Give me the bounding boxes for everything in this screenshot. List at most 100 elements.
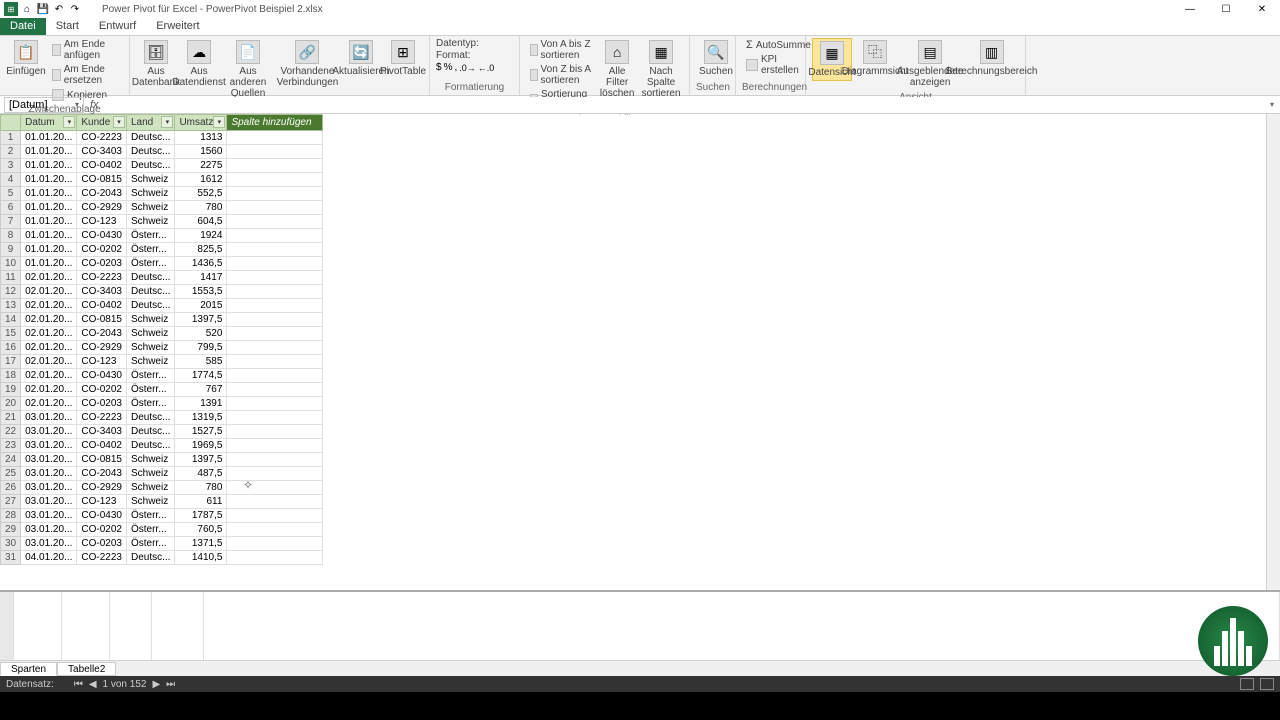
table-row[interactable]: 2203.01.20...CO-3403Deutsc...1527,5: [1, 425, 1266, 439]
cell-kunde[interactable]: CO-0815: [77, 453, 127, 467]
cell-datum[interactable]: 02.01.20...: [21, 355, 77, 369]
cell-datum[interactable]: 02.01.20...: [21, 313, 77, 327]
cell-empty[interactable]: [227, 537, 323, 551]
row-header[interactable]: 2: [1, 145, 21, 159]
cell-empty[interactable]: [227, 369, 323, 383]
cell-datum[interactable]: 01.01.20...: [21, 173, 77, 187]
table-row[interactable]: 2303.01.20...CO-0402Deutsc...1969,5: [1, 439, 1266, 453]
row-header[interactable]: 3: [1, 159, 21, 173]
paste-button[interactable]: 📋 Einfügen: [6, 38, 46, 79]
filter-icon[interactable]: ▾: [213, 116, 225, 128]
row-header[interactable]: 15: [1, 327, 21, 341]
cell-umsatz[interactable]: 1787,5: [175, 509, 227, 523]
currency-icon[interactable]: $: [436, 62, 442, 73]
decimal-dec-icon[interactable]: ←.0: [478, 63, 495, 73]
table-row[interactable]: 2603.01.20...CO-2929Schweiz780: [1, 481, 1266, 495]
nav-next-button[interactable]: ▶: [152, 679, 160, 690]
undo-icon[interactable]: ↶: [52, 2, 66, 16]
row-header[interactable]: 12: [1, 285, 21, 299]
vertical-scrollbar[interactable]: [1266, 114, 1280, 590]
tab-erweitert[interactable]: Erweitert: [146, 18, 209, 35]
cell-land[interactable]: Schweiz: [126, 355, 174, 369]
cell-empty[interactable]: [227, 453, 323, 467]
table-row[interactable]: 1202.01.20...CO-3403Deutsc...1553,5: [1, 285, 1266, 299]
calcarea-button[interactable]: ▥Berechnungsbereich: [964, 38, 1019, 79]
cell-empty[interactable]: [227, 341, 323, 355]
row-header[interactable]: 28: [1, 509, 21, 523]
cell-empty[interactable]: [227, 327, 323, 341]
nav-prev-button[interactable]: ◀: [89, 679, 97, 690]
table-row[interactable]: 2703.01.20...CO-123Schweiz611: [1, 495, 1266, 509]
cell-empty[interactable]: [227, 481, 323, 495]
cell-empty[interactable]: [227, 551, 323, 565]
table-row[interactable]: 301.01.20...CO-0402Deutsc...2275: [1, 159, 1266, 173]
row-header[interactable]: 31: [1, 551, 21, 565]
table-row[interactable]: 2103.01.20...CO-2223Deutsc...1319,5: [1, 411, 1266, 425]
row-header[interactable]: 14: [1, 313, 21, 327]
cell-kunde[interactable]: CO-2043: [77, 327, 127, 341]
cell-kunde[interactable]: CO-3403: [77, 285, 127, 299]
table-row[interactable]: 2803.01.20...CO-0430Österr...1787,5: [1, 509, 1266, 523]
cell-empty[interactable]: [227, 201, 323, 215]
cell-datum[interactable]: 01.01.20...: [21, 187, 77, 201]
cell-umsatz[interactable]: 1560: [175, 145, 227, 159]
cell-umsatz[interactable]: 1924: [175, 229, 227, 243]
cell-empty[interactable]: [227, 439, 323, 453]
replace-button[interactable]: Am Ende ersetzen: [48, 63, 123, 87]
col-header-kunde[interactable]: Kunde▾: [77, 115, 127, 131]
cell-land[interactable]: Schweiz: [126, 341, 174, 355]
cell-datum[interactable]: 03.01.20...: [21, 495, 77, 509]
cell-empty[interactable]: [227, 243, 323, 257]
col-header-land[interactable]: Land▾: [126, 115, 174, 131]
cell-land[interactable]: Schweiz: [126, 187, 174, 201]
cell-land[interactable]: Österr...: [126, 397, 174, 411]
pivottable-button[interactable]: ⊞PivotTable: [383, 38, 423, 79]
cell-kunde[interactable]: CO-123: [77, 495, 127, 509]
cell-datum[interactable]: 01.01.20...: [21, 145, 77, 159]
cell-datum[interactable]: 02.01.20...: [21, 383, 77, 397]
cell-umsatz[interactable]: 604,5: [175, 215, 227, 229]
cell-datum[interactable]: 04.01.20...: [21, 551, 77, 565]
cell-datum[interactable]: 01.01.20...: [21, 257, 77, 271]
tab-start[interactable]: Start: [46, 18, 89, 35]
cell-land[interactable]: Schweiz: [126, 467, 174, 481]
cell-empty[interactable]: [227, 467, 323, 481]
sort-az-button[interactable]: Von A bis Z sortieren: [526, 38, 595, 62]
cell-land[interactable]: Österr...: [126, 229, 174, 243]
comma-icon[interactable]: ,: [454, 62, 457, 73]
cell-kunde[interactable]: CO-2043: [77, 187, 127, 201]
refresh-button[interactable]: 🔄Aktualisieren: [341, 38, 381, 79]
cell-umsatz[interactable]: 799,5: [175, 341, 227, 355]
maximize-button[interactable]: ☐: [1212, 1, 1240, 17]
cell-datum[interactable]: 01.01.20...: [21, 215, 77, 229]
cell-empty[interactable]: [227, 523, 323, 537]
row-header[interactable]: 5: [1, 187, 21, 201]
sort-za-button[interactable]: Von Z bis A sortieren: [526, 63, 595, 87]
cell-umsatz[interactable]: 2275: [175, 159, 227, 173]
nav-last-button[interactable]: ⏭: [166, 679, 175, 690]
cell-umsatz[interactable]: 1397,5: [175, 453, 227, 467]
sort-by-col-button[interactable]: ▦Nach Spalte sortieren: [639, 38, 683, 101]
row-header[interactable]: 10: [1, 257, 21, 271]
cell-kunde[interactable]: CO-0203: [77, 397, 127, 411]
cell-kunde[interactable]: CO-2223: [77, 411, 127, 425]
cell-umsatz[interactable]: 487,5: [175, 467, 227, 481]
clear-filter-button[interactable]: ⌂Alle Filter löschen: [597, 38, 637, 101]
table-row[interactable]: 1902.01.20...CO-0202Österr...767: [1, 383, 1266, 397]
row-header[interactable]: 25: [1, 467, 21, 481]
append-button[interactable]: Am Ende anfügen: [48, 38, 123, 62]
cell-umsatz[interactable]: 1319,5: [175, 411, 227, 425]
cell-datum[interactable]: 02.01.20...: [21, 397, 77, 411]
cell-empty[interactable]: [227, 425, 323, 439]
cell-land[interactable]: Österr...: [126, 537, 174, 551]
row-header[interactable]: 11: [1, 271, 21, 285]
cell-empty[interactable]: [227, 159, 323, 173]
existing-conn-button[interactable]: 🔗Vorhandene Verbindungen: [276, 38, 339, 90]
cell-datum[interactable]: 01.01.20...: [21, 159, 77, 173]
search-button[interactable]: 🔍Suchen: [696, 38, 736, 79]
cell-land[interactable]: Schweiz: [126, 215, 174, 229]
decimal-inc-icon[interactable]: .0→: [459, 63, 476, 73]
cell-umsatz[interactable]: 780: [175, 481, 227, 495]
cell-kunde[interactable]: CO-2223: [77, 131, 127, 145]
cell-land[interactable]: Schweiz: [126, 453, 174, 467]
